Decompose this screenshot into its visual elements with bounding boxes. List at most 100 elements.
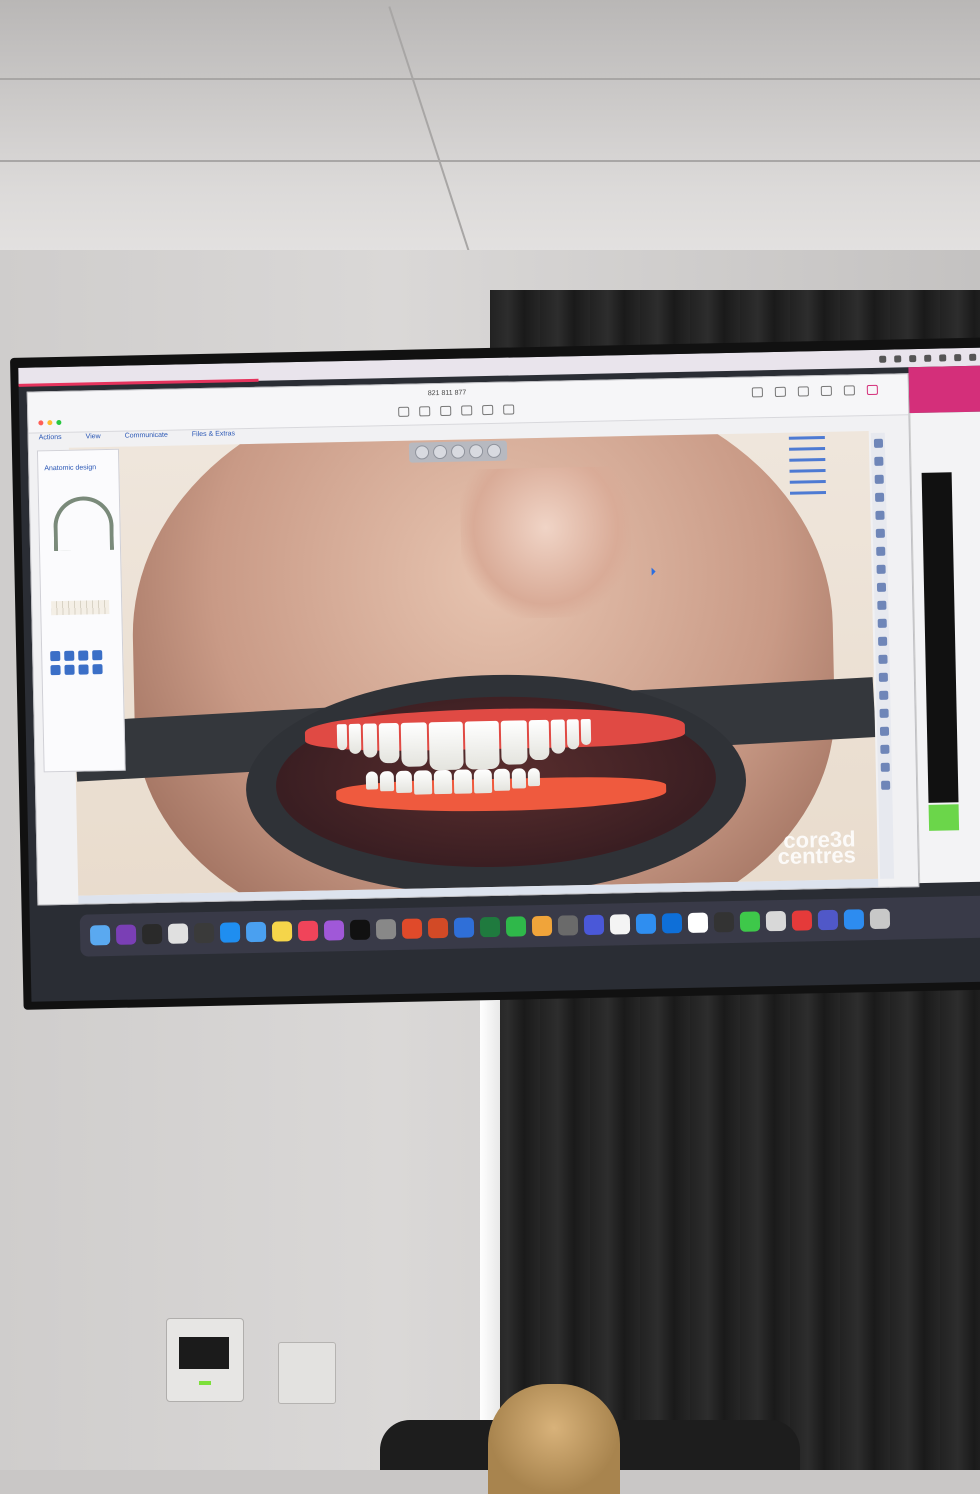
tool-icon[interactable] — [874, 510, 885, 520]
camera-icon[interactable] — [797, 386, 809, 397]
finder-icon[interactable] — [89, 925, 111, 946]
opacity-slider[interactable] — [789, 468, 826, 473]
mirror-tool-icon[interactable] — [50, 665, 61, 676]
tool-icon[interactable] — [879, 726, 889, 736]
anydesk-icon[interactable] — [791, 910, 813, 931]
tool-icon[interactable] — [879, 708, 889, 718]
facetime-icon[interactable] — [505, 916, 527, 937]
opacity-slider[interactable] — [789, 457, 826, 462]
opacity-slider[interactable] — [789, 479, 826, 484]
tool-icon[interactable] — [877, 636, 887, 646]
menu-view[interactable]: View — [86, 433, 101, 440]
keynote-icon[interactable] — [453, 917, 475, 938]
imovie-icon[interactable] — [557, 915, 579, 936]
tool-icon[interactable] — [873, 456, 883, 466]
menubar-icon[interactable] — [894, 354, 902, 362]
photos-icon[interactable] — [531, 915, 553, 937]
rotate-tool-icon[interactable] — [64, 650, 75, 661]
stars-icon[interactable] — [583, 914, 605, 936]
teamviewer-icon[interactable] — [661, 913, 683, 934]
move-tool-icon[interactable] — [50, 651, 61, 662]
tomato-icon[interactable] — [401, 918, 423, 939]
tool-icon[interactable] — [874, 474, 884, 484]
menubar-icon[interactable] — [924, 354, 932, 362]
folder-icon[interactable] — [419, 406, 431, 417]
tooth — [348, 723, 362, 754]
wifi-icon[interactable] — [954, 353, 962, 361]
tool-icon[interactable] — [875, 528, 885, 538]
3d-viewport[interactable]: core3d centres — [68, 431, 879, 896]
menu-actions[interactable]: Actions — [39, 434, 62, 441]
window-icon[interactable] — [765, 910, 787, 932]
chrome-icon[interactable] — [609, 914, 631, 935]
notes-icon[interactable] — [271, 921, 293, 942]
tool-icon[interactable] — [880, 762, 890, 772]
teams-icon[interactable] — [817, 909, 839, 931]
appletv-icon[interactable] — [349, 919, 371, 941]
maximize-icon[interactable] — [56, 419, 62, 426]
battery-icon[interactable] — [969, 353, 977, 361]
podcasts-icon[interactable] — [323, 920, 345, 941]
excel-icon[interactable] — [479, 916, 501, 938]
file-icon[interactable] — [440, 405, 452, 417]
onenote-icon[interactable] — [115, 924, 137, 945]
tool-icon[interactable] — [877, 618, 887, 628]
tool-icon[interactable] — [876, 600, 886, 610]
opacity-slider[interactable] — [788, 435, 825, 440]
tool-icon[interactable] — [878, 672, 888, 682]
tool-icon[interactable] — [877, 654, 888, 664]
tooth-library-thumbnails[interactable] — [51, 599, 110, 616]
display-icon[interactable] — [713, 911, 735, 933]
settings-icon[interactable] — [375, 919, 397, 940]
calculator-icon[interactable] — [193, 922, 215, 944]
monitor-icon[interactable] — [869, 908, 891, 930]
chevron-up-icon[interactable] — [843, 385, 855, 396]
disconnect-icon[interactable] — [866, 384, 878, 396]
screen-icon[interactable] — [398, 406, 410, 417]
view-occlusal-icon[interactable] — [468, 444, 484, 459]
view-side-icon[interactable] — [432, 444, 448, 460]
zoom-icon[interactable] — [843, 909, 865, 930]
fullscreen-icon[interactable] — [820, 385, 832, 397]
opacity-slider[interactable] — [789, 446, 826, 451]
dental-arch-icon[interactable] — [52, 495, 115, 552]
tool-icon[interactable] — [875, 546, 885, 556]
minimize-icon[interactable] — [47, 420, 53, 426]
close-icon[interactable] — [38, 420, 44, 426]
brush-tool-icon[interactable] — [92, 650, 103, 661]
tool-icon[interactable] — [878, 690, 888, 700]
gear-icon[interactable] — [461, 405, 473, 416]
align-tool-icon[interactable] — [64, 664, 75, 675]
tool-icon[interactable] — [880, 780, 890, 790]
lower-teeth — [365, 767, 541, 796]
menubar-icon[interactable] — [909, 354, 917, 362]
music-icon[interactable] — [297, 920, 319, 942]
launchpad-icon[interactable] — [167, 923, 189, 944]
menubar-icon[interactable] — [879, 355, 887, 363]
tool-icon[interactable] — [876, 564, 886, 574]
chat-icon[interactable] — [503, 404, 515, 415]
view-smile-icon[interactable] — [486, 443, 502, 459]
view-front-icon[interactable] — [414, 445, 430, 460]
powerpoint-icon[interactable] — [427, 917, 449, 939]
menu-communicate[interactable]: Communicate — [125, 432, 168, 440]
undo-icon[interactable] — [78, 664, 89, 675]
share-icon[interactable] — [751, 387, 763, 398]
dots-icon[interactable] — [687, 912, 709, 933]
record-icon[interactable] — [482, 404, 494, 416]
mail-icon[interactable] — [245, 921, 267, 943]
siri-icon[interactable] — [141, 923, 163, 945]
safari-icon[interactable] — [635, 913, 657, 935]
redo-icon[interactable] — [92, 664, 103, 675]
view-top-icon[interactable] — [450, 444, 466, 459]
scale-tool-icon[interactable] — [78, 650, 89, 661]
tool-icon[interactable] — [874, 492, 884, 502]
tool-icon[interactable] — [873, 438, 883, 448]
green-icon[interactable] — [739, 911, 761, 932]
menubar-icon[interactable] — [939, 353, 947, 362]
tool-icon[interactable] — [879, 744, 889, 754]
appstore-icon[interactable] — [219, 922, 241, 943]
tool-icon[interactable] — [876, 582, 886, 592]
chat-icon[interactable] — [774, 386, 786, 397]
menu-files-extras[interactable]: Files & Extras — [192, 430, 235, 438]
